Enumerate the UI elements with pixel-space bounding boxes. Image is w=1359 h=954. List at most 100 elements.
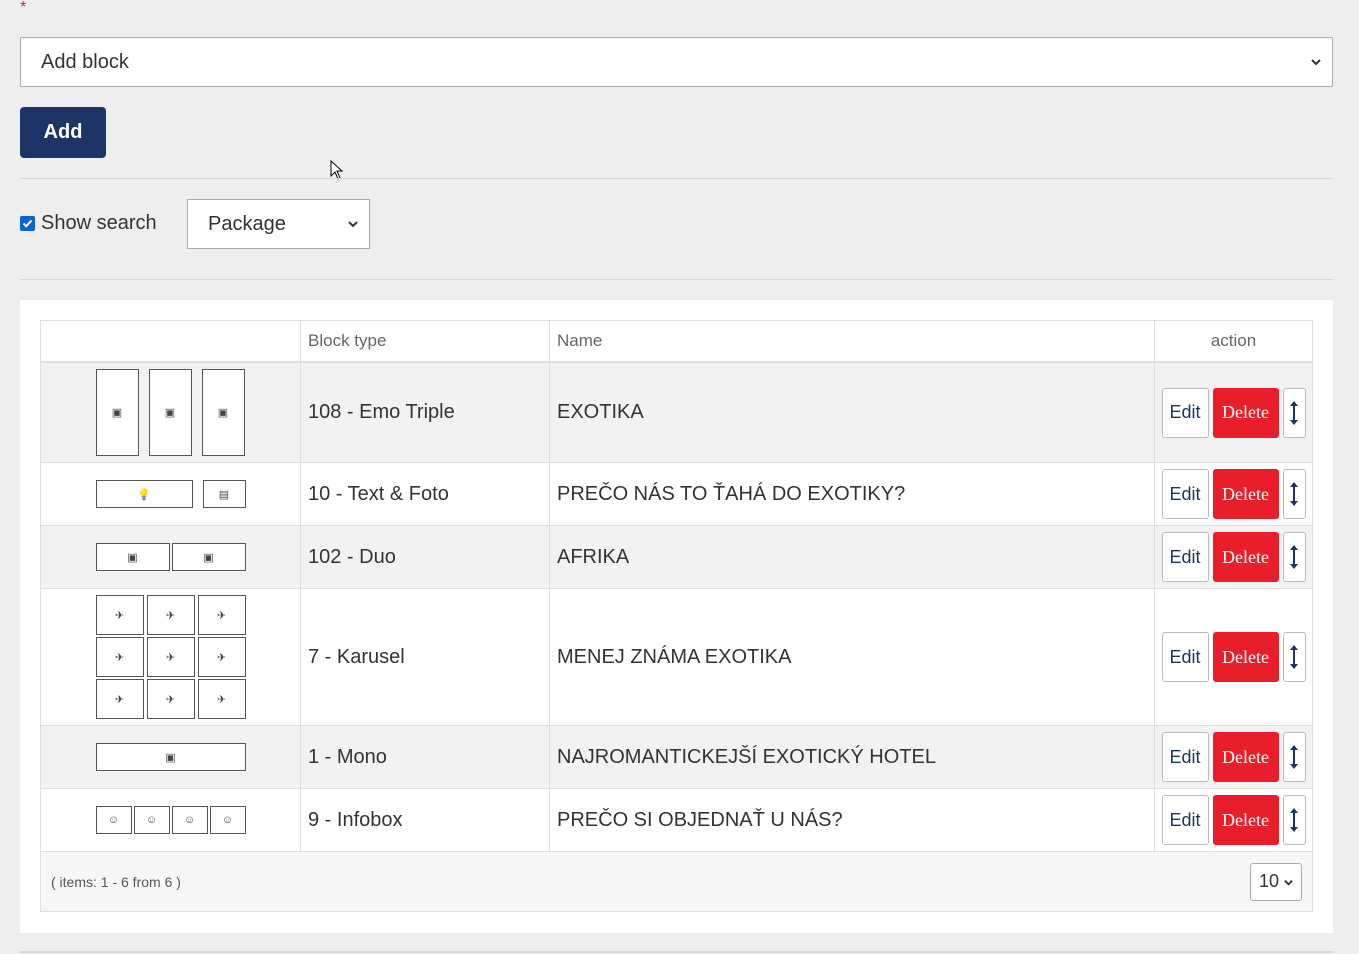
table-header: Block type Name action: [41, 321, 1312, 363]
smiley-icon: ☺: [171, 806, 208, 834]
image-icon: ▣: [95, 543, 170, 571]
block-type-cell: 102 - Duo: [301, 526, 550, 588]
move-handle[interactable]: [1282, 532, 1306, 582]
block-name-cell: PREČO NÁS TO ŤAHÁ DO EXOTIKY?: [550, 463, 1155, 525]
edit-button[interactable]: Edit: [1161, 732, 1209, 782]
show-search-label: Show search: [41, 212, 157, 234]
block-name-cell: PREČO SI OBJEDNAŤ U NÁS?: [550, 789, 1155, 851]
blocks-table: Block type Name action ▣ ▣ ▣ 108 - Emo T…: [40, 320, 1313, 912]
edit-button[interactable]: Edit: [1161, 532, 1209, 582]
plane-icon: ✈: [95, 595, 144, 635]
edit-button[interactable]: Edit: [1161, 795, 1209, 845]
block-type-cell: 9 - Infobox: [301, 789, 550, 851]
table-row: ▣ ▣ ▣ 108 - Emo Triple EXOTIKA Edit Dele…: [41, 363, 1312, 463]
add-button[interactable]: Add: [20, 107, 106, 158]
action-cell: Edit Delete: [1155, 463, 1312, 525]
plane-icon: ✈: [197, 595, 246, 635]
delete-button[interactable]: Delete: [1212, 632, 1279, 682]
table-row: ✈ ✈ ✈ ✈ ✈ ✈ ✈ ✈ ✈ 7 - Karusel MENEJ ZNÁM…: [41, 589, 1312, 726]
block-type-cell: 108 - Emo Triple: [301, 363, 550, 462]
move-handle[interactable]: [1282, 469, 1306, 519]
edit-button[interactable]: Edit: [1161, 387, 1209, 438]
move-handle[interactable]: [1282, 732, 1306, 782]
edit-button[interactable]: Edit: [1161, 469, 1209, 519]
move-handle[interactable]: [1282, 632, 1306, 682]
vertical-arrows-icon: [1290, 482, 1298, 506]
column-header-preview: [41, 321, 301, 361]
block-name-cell: EXOTIKA: [550, 363, 1155, 462]
table-row: ▣ ▣ 102 - Duo AFRIKA Edit Delete: [41, 526, 1312, 589]
mouse-cursor-icon: [330, 160, 344, 180]
vertical-arrows-icon: [1290, 745, 1298, 769]
move-handle[interactable]: [1282, 795, 1306, 845]
block-name-cell: AFRIKA: [550, 526, 1155, 588]
items-count: ( items: 1 - 6 from 6 ): [51, 873, 181, 890]
plane-icon: ✈: [146, 679, 195, 719]
vertical-arrows-icon: [1290, 808, 1298, 832]
action-cell: Edit Delete: [1155, 363, 1312, 462]
chevron-down-icon: [1284, 879, 1293, 886]
divider: [20, 279, 1333, 280]
plane-icon: ✈: [146, 595, 195, 635]
divider: [20, 178, 1333, 179]
move-handle[interactable]: [1282, 387, 1306, 438]
per-page-value: 10: [1259, 871, 1280, 891]
block-preview: ☺ ☺ ☺ ☺: [41, 789, 301, 851]
table-row: ☺ ☺ ☺ ☺ 9 - Infobox PREČO SI OBJEDNAŤ U …: [41, 789, 1312, 852]
lightbulb-icon: 💡: [95, 480, 193, 508]
delete-button[interactable]: Delete: [1212, 532, 1279, 582]
action-cell: Edit Delete: [1155, 789, 1312, 851]
table-row: ▣ 1 - Mono NAJROMANTICKEJŠÍ EXOTICKÝ HOT…: [41, 726, 1312, 789]
block-name-cell: NAJROMANTICKEJŠÍ EXOTICKÝ HOTEL: [550, 726, 1155, 788]
block-preview: 💡 ▤: [41, 463, 301, 525]
block-preview: ✈ ✈ ✈ ✈ ✈ ✈ ✈ ✈ ✈: [41, 589, 301, 725]
divider: [20, 951, 1333, 953]
block-preview: ▣: [41, 726, 301, 788]
column-header-name: Name: [550, 321, 1155, 361]
vertical-arrows-icon: [1290, 400, 1298, 425]
plane-icon: ✈: [95, 679, 144, 719]
add-block-select-value: Add block: [41, 50, 129, 73]
smiley-icon: ☺: [209, 806, 246, 834]
delete-button[interactable]: Delete: [1212, 469, 1279, 519]
block-preview: ▣ ▣: [41, 526, 301, 588]
show-search-toggle[interactable]: Show search: [20, 212, 157, 235]
vertical-arrows-icon: [1290, 645, 1298, 669]
check-icon: [22, 219, 33, 228]
column-header-block-type: Block type: [301, 321, 550, 361]
show-search-checkbox[interactable]: [20, 216, 35, 231]
block-type-cell: 10 - Text & Foto: [301, 463, 550, 525]
required-mark: *: [20, 0, 27, 16]
smiley-icon: ☺: [95, 806, 132, 834]
package-select[interactable]: Package: [187, 199, 370, 249]
action-cell: Edit Delete: [1155, 589, 1312, 725]
chevron-down-icon: [1311, 59, 1321, 66]
add-block-select[interactable]: Add block: [20, 37, 1333, 87]
per-page-select[interactable]: 10: [1250, 862, 1302, 901]
column-header-action: action: [1210, 331, 1257, 350]
package-select-value: Package: [208, 212, 286, 235]
block-type-cell: 7 - Karusel: [301, 589, 550, 725]
plane-icon: ✈: [197, 637, 246, 677]
plane-icon: ✈: [95, 637, 144, 677]
plane-icon: ✈: [146, 637, 195, 677]
smiley-icon: ☺: [133, 806, 170, 834]
image-icon: ▣: [171, 543, 246, 571]
action-cell: Edit Delete: [1155, 726, 1312, 788]
table-row: 💡 ▤ 10 - Text & Foto PREČO NÁS TO ŤAHÁ D…: [41, 463, 1312, 526]
table-footer: ( items: 1 - 6 from 6 ) 10: [41, 852, 1312, 911]
delete-button[interactable]: Delete: [1212, 732, 1279, 782]
blocks-panel: Block type Name action ▣ ▣ ▣ 108 - Emo T…: [20, 300, 1333, 933]
delete-button[interactable]: Delete: [1212, 387, 1279, 438]
delete-button[interactable]: Delete: [1212, 795, 1279, 845]
image-icon: ▣: [95, 368, 139, 456]
document-icon: ▤: [202, 480, 246, 508]
edit-button[interactable]: Edit: [1161, 632, 1209, 682]
block-name-cell: MENEJ ZNÁMA EXOTIKA: [550, 589, 1155, 725]
image-icon: ▣: [201, 368, 245, 456]
block-preview: ▣ ▣ ▣: [41, 363, 301, 462]
chevron-down-icon: [348, 221, 358, 228]
image-icon: ▣: [148, 368, 192, 456]
block-type-cell: 1 - Mono: [301, 726, 550, 788]
plane-icon: ✈: [197, 679, 246, 719]
